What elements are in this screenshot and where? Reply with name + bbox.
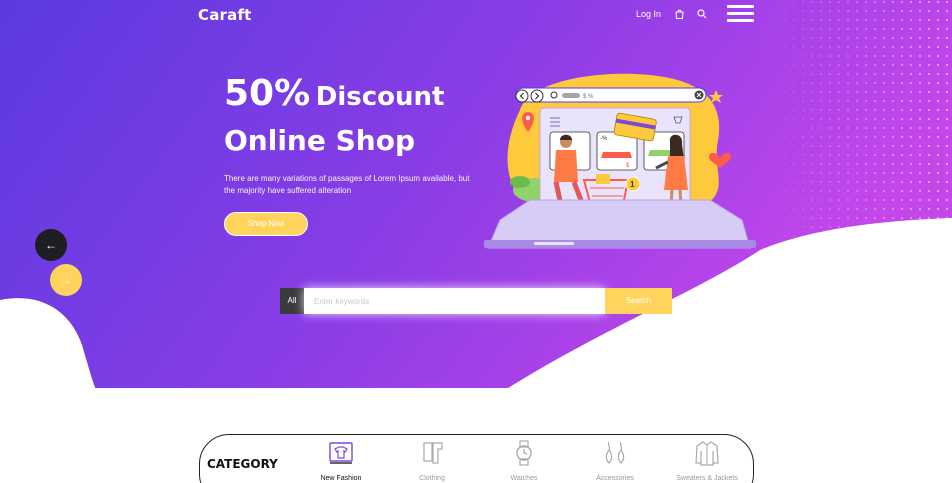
watch-icon [516,440,532,466]
category-label: Watches [510,475,538,482]
search-category-select[interactable]: All [280,288,304,314]
brand-logo[interactable]: Caraft [198,6,252,24]
search-input[interactable] [304,288,605,314]
hero-description: There are many variations of passages of… [224,174,470,195]
hero-section: Caraft Log In 50% Discount Online Shop T… [0,0,952,483]
hero-subheadline: Online Shop [224,124,415,157]
browser-search-text: $ % [583,94,594,100]
top-navigation: Caraft Log In [0,0,952,30]
discount-percent: 50% [224,73,311,114]
slider-next-button[interactable]: → [50,264,82,296]
category-label: Clothing [419,475,445,482]
search-icon[interactable] [697,9,707,19]
fashion-icon [329,442,353,464]
clothing-icon [423,442,443,464]
discount-word: Discount [315,82,445,112]
cart-count-badge: 1 [630,180,635,189]
category-item-new-fashion[interactable]: New Fashion [301,439,381,482]
slider-prev-button[interactable]: ← [35,229,67,261]
card-discount-text: -% [600,136,608,142]
category-bar: CATEGORY New Fashion Clothing Watches Ac… [199,434,754,483]
online-shop-illustration: $ % -% $ 1 [484,73,756,249]
category-label: Sweaters & Jackets [676,475,738,482]
category-item-sweaters-jackets[interactable]: Sweaters & Jackets [667,439,747,482]
category-item-clothing[interactable]: Clothing [392,439,472,482]
search-button[interactable]: Search [605,288,672,314]
category-item-accessories[interactable]: Accessories [575,439,655,482]
hero-headline: 50% Discount [224,76,444,112]
category-label: Accessories [596,475,634,482]
shop-now-button[interactable]: Shop Now [224,212,308,236]
category-item-watches[interactable]: Watches [484,439,564,482]
hamburger-menu-icon[interactable] [727,5,754,23]
hero-background [0,0,952,483]
browser-back-icon [515,89,529,103]
earrings-icon [605,441,625,464]
browser-forward-icon [530,89,544,103]
login-link[interactable]: Log In [636,9,661,19]
jacket-icon [695,441,719,466]
shopping-bag-icon[interactable] [675,9,684,19]
search-bar: All Search [280,288,672,314]
category-title: CATEGORY [207,457,278,471]
category-label: New Fashion [320,475,362,482]
